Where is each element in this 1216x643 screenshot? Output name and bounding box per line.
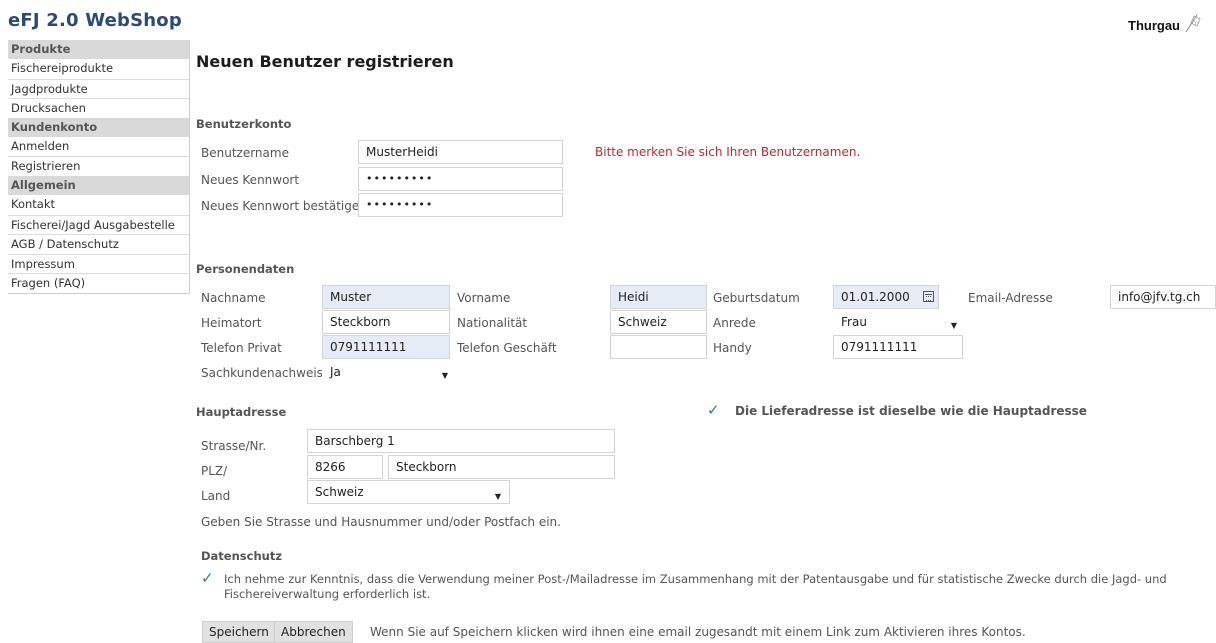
password-label: Neues Kennwort — [201, 173, 300, 187]
sidebar-item-registrieren[interactable]: Registrieren — [8, 156, 189, 176]
birthdate-field[interactable]: 01.01.2000 — [833, 285, 939, 309]
sidebar-nav: Produkte Fischereiprodukte Jagdprodukte … — [8, 40, 190, 294]
country-label: Land — [201, 489, 231, 503]
brand-logo: Thurgau — [1128, 2, 1202, 33]
chevron-down-icon: ▼ — [494, 492, 501, 501]
password-confirm-field[interactable]: ••••••••• — [358, 193, 563, 217]
address-hint: Geben Sie Strasse und Hausnummer und/ode… — [201, 515, 561, 529]
page-title: Neuen Benutzer registrieren — [196, 52, 454, 71]
chevron-down-icon: ▼ — [950, 321, 957, 330]
chevron-down-icon: ▼ — [441, 371, 448, 380]
email-label: Email-Adresse — [968, 291, 1053, 305]
city-field[interactable]: Steckborn — [388, 455, 615, 479]
salutation-select[interactable]: Frau ▼ — [833, 310, 963, 334]
canton-flag-icon — [1185, 14, 1201, 33]
phone-business-label: Telefon Geschäft — [457, 341, 557, 355]
firstname-label: Vorname — [457, 291, 511, 305]
same-address-label: Die Lieferadresse ist dieselbe wie die H… — [735, 404, 1087, 418]
section-heading-address: Hauptadresse — [196, 405, 287, 419]
calendar-icon[interactable] — [923, 291, 934, 302]
sidebar-item-agb[interactable]: AGB / Datenschutz — [8, 234, 189, 254]
sidebar-item-ausgabestelle[interactable]: Fischerei/Jagd Ausgabestelle — [8, 214, 189, 235]
save-button[interactable]: Speichern — [202, 621, 276, 643]
hometown-label: Heimatort — [201, 316, 262, 330]
section-heading-person: Personendaten — [196, 262, 295, 276]
birthdate-value: 01.01.2000 — [841, 290, 910, 304]
zip-label: PLZ/ — [201, 464, 228, 478]
same-address-checkbox[interactable]: ✓ — [707, 401, 720, 419]
sidebar-item-jagdprodukte[interactable]: Jagdprodukte — [8, 78, 189, 99]
cancel-button[interactable]: Abbrechen — [274, 621, 353, 643]
country-value: Schweiz — [315, 485, 364, 499]
sidebar-item-anmelden[interactable]: Anmelden — [8, 137, 189, 157]
email-field[interactable]: info@jfv.tg.ch — [1110, 285, 1216, 309]
phone-business-field[interactable] — [610, 335, 707, 359]
hometown-field[interactable]: Steckborn — [322, 310, 450, 334]
section-heading-privacy: Datenschutz — [201, 549, 283, 563]
phone-private-label: Telefon Privat — [201, 341, 282, 355]
privacy-checkbox[interactable]: ✓ — [201, 569, 214, 587]
sidebar-heading-allgemein: Allgemein — [8, 175, 189, 195]
mobile-field[interactable]: 0791111111 — [833, 335, 963, 359]
section-heading-account: Benutzerkonto — [196, 117, 292, 131]
nationality-field[interactable]: Schweiz — [610, 310, 707, 334]
privacy-text-line2: Fischereiverwaltung erforderlich ist. — [224, 587, 431, 601]
phone-private-field[interactable]: 0791111111 — [322, 335, 450, 359]
mobile-label: Handy — [713, 341, 752, 355]
salutation-value: Frau — [841, 315, 867, 329]
sidebar-item-kontakt[interactable]: Kontakt — [8, 195, 189, 215]
sidebar-item-fischereiprodukte[interactable]: Fischereiprodukte — [8, 59, 189, 79]
sidebar-heading-produkte: Produkte — [8, 40, 189, 59]
competence-label: Sachkundenachweis — [201, 366, 323, 380]
competence-value: Ja — [330, 365, 341, 379]
birthdate-label: Geburtsdatum — [713, 291, 800, 305]
username-field[interactable]: MusterHeidi — [358, 140, 563, 164]
street-field[interactable]: Barschberg 1 — [307, 429, 615, 453]
country-select[interactable]: Schweiz ▼ — [307, 480, 510, 504]
sidebar-item-faq[interactable]: Fragen (FAQ) — [8, 273, 189, 293]
brand-name: Thurgau — [1128, 18, 1180, 33]
privacy-text-line1: Ich nehme zur Kenntnis, dass die Verwend… — [224, 572, 1167, 586]
password-field[interactable]: ••••••••• — [358, 167, 563, 191]
lastname-label: Nachname — [201, 291, 266, 305]
password-confirm-label: Neues Kennwort bestätigen — [201, 199, 367, 213]
save-info-text: Wenn Sie auf Speichern klicken wird ihne… — [370, 625, 1026, 639]
competence-select[interactable]: Ja ▼ — [322, 360, 454, 384]
nationality-label: Nationalität — [457, 316, 528, 330]
username-label: Benutzername — [201, 146, 289, 160]
sidebar-heading-kundenkonto: Kundenkonto — [8, 117, 189, 137]
sidebar-item-impressum[interactable]: Impressum — [8, 253, 189, 274]
username-hint: Bitte merken Sie sich Ihren Benutzername… — [595, 145, 861, 159]
zip-field[interactable]: 8266 — [307, 455, 383, 479]
lastname-field[interactable]: Muster — [322, 285, 450, 309]
street-label: Strasse/Nr. — [201, 439, 267, 453]
sidebar-item-drucksachen[interactable]: Drucksachen — [8, 98, 189, 118]
firstname-field[interactable]: Heidi — [610, 285, 707, 309]
salutation-label: Anrede — [713, 316, 756, 330]
app-title: eFJ 2.0 WebShop — [8, 10, 182, 31]
